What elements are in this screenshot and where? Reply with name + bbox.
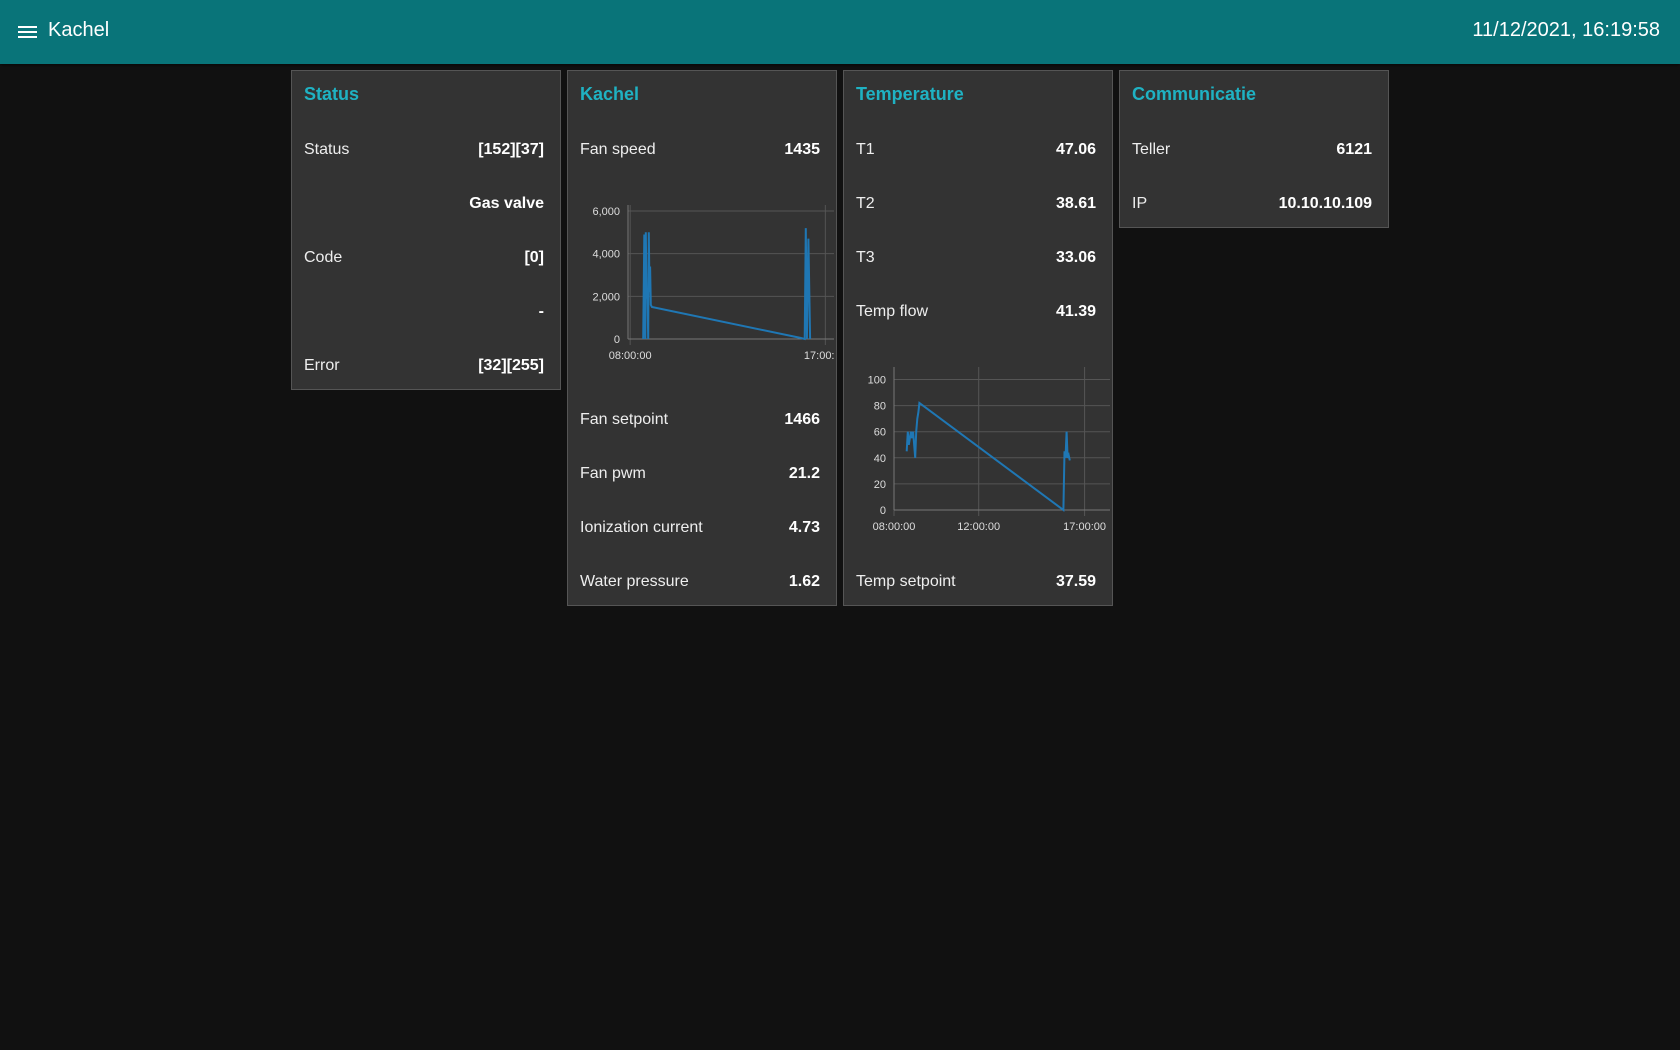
row-label: Ionization current <box>580 519 703 536</box>
y-tick-label: 6,000 <box>592 206 620 218</box>
kachel-row-fan-speed: Fan speed 1435 <box>580 123 820 177</box>
status-row-code: Code [0] <box>304 231 544 285</box>
fan-speed-chart: 0 2,000 4,000 6,000 08:00:00 17:00:00 <box>592 205 834 362</box>
status-row-description: Gas valve <box>304 177 544 231</box>
row-value: 1.62 <box>788 573 820 590</box>
row-label: T2 <box>856 195 875 212</box>
card-title: Temperature <box>856 84 964 104</box>
y-tick-label: 20 <box>874 479 886 491</box>
x-tick-label: 17:00:00 <box>804 350 834 362</box>
x-tick-label: 08:00:00 <box>609 350 652 362</box>
row-label: T3 <box>856 249 875 266</box>
series-line <box>905 401 1071 512</box>
row-value: 38.61 <box>1055 195 1096 212</box>
row-label: Fan pwm <box>580 465 646 482</box>
kachel-row-fan-pwm: Fan pwm 21.2 <box>580 447 820 501</box>
y-tick-label: 60 <box>874 427 886 439</box>
row-value: [0] <box>524 249 544 266</box>
top-toolbar: Kachel 11/12/2021, 16:19:58 <box>0 0 1680 64</box>
row-value: 33.06 <box>1055 249 1096 266</box>
row-value: 6121 <box>1336 141 1372 158</box>
status-row-error: Error [32][255] <box>304 339 544 393</box>
communicatie-row-teller: Teller 6121 <box>1132 123 1372 177</box>
y-tick-label: 100 <box>868 375 886 387</box>
communicatie-card: Communicatie Teller 6121 IP 10.10.10.109 <box>1119 70 1389 228</box>
row-value: [152][37] <box>478 141 544 158</box>
row-value: - <box>538 303 544 320</box>
series-line <box>642 228 812 341</box>
row-label: Code <box>304 249 343 266</box>
current-datetime: 11/12/2021, 16:19:58 <box>1472 19 1660 41</box>
y-tick-label: 4,000 <box>592 249 620 261</box>
y-tick-label: 2,000 <box>592 291 620 303</box>
row-label: Fan speed <box>580 141 656 158</box>
row-value: 21.2 <box>788 465 820 482</box>
app-title: Kachel <box>48 19 110 41</box>
temperature-row-t3: T3 33.06 <box>856 231 1096 285</box>
temperature-chart: 0 20 40 60 80 100 08:00:00 12:00:00 17:00:00 <box>868 367 1110 533</box>
temperature-row-t2: T2 38.61 <box>856 177 1096 231</box>
status-card: Status Status [152][37] Gas valve Code [… <box>291 70 561 390</box>
status-row-status: Status [152][37] <box>304 123 544 177</box>
row-value: 37.59 <box>1055 573 1096 590</box>
row-label: Teller <box>1132 141 1171 158</box>
y-tick-label: 0 <box>614 334 620 346</box>
row-label: T1 <box>856 141 875 158</box>
y-tick-label: 80 <box>874 401 886 413</box>
y-tick-label: 0 <box>880 505 886 517</box>
x-tick-label: 08:00:00 <box>873 521 916 533</box>
row-value: 1466 <box>784 411 820 428</box>
row-label: Temp flow <box>856 303 929 320</box>
y-tick-label: 40 <box>874 453 886 465</box>
row-label: Water pressure <box>580 573 689 590</box>
row-label: Fan setpoint <box>580 411 669 428</box>
kachel-row-ionization-current: Ionization current 4.73 <box>580 501 820 555</box>
row-value: 47.06 <box>1055 141 1096 158</box>
status-row-code-description: - <box>304 285 544 339</box>
row-label: Error <box>304 357 340 374</box>
communicatie-row-ip: IP 10.10.10.109 <box>1132 177 1372 231</box>
temperature-card: Temperature T1 47.06 T2 38.61 T3 33.06 T… <box>843 70 1113 606</box>
row-label: IP <box>1132 195 1148 212</box>
row-label: Temp setpoint <box>856 573 956 590</box>
kachel-card: Kachel Fan speed 1435 0 2,000 4,000 6,000 08… <box>567 70 837 606</box>
temperature-row-temp-flow: Temp flow 41.39 <box>856 285 1096 339</box>
kachel-row-water-pressure: Water pressure 1.62 <box>580 555 820 609</box>
row-value: 1435 <box>784 141 820 158</box>
card-title: Kachel <box>580 84 640 104</box>
row-value: 10.10.10.109 <box>1278 195 1372 212</box>
temperature-row-temp-setpoint: Temp setpoint 37.59 <box>856 555 1096 609</box>
hamburger-menu-icon[interactable] <box>18 25 38 41</box>
row-value: 4.73 <box>788 519 820 536</box>
x-tick-label: 17:00:00 <box>1063 521 1106 533</box>
row-value: [32][255] <box>478 357 544 374</box>
row-value: 41.39 <box>1055 303 1096 320</box>
card-title: Status <box>304 84 360 104</box>
card-title: Communicatie <box>1132 84 1257 104</box>
x-tick-label: 12:00:00 <box>957 521 1000 533</box>
kachel-row-fan-setpoint: Fan setpoint 1466 <box>580 393 820 447</box>
row-label: Status <box>304 141 350 158</box>
temperature-row-t1: T1 47.06 <box>856 123 1096 177</box>
row-value: Gas valve <box>469 195 544 212</box>
